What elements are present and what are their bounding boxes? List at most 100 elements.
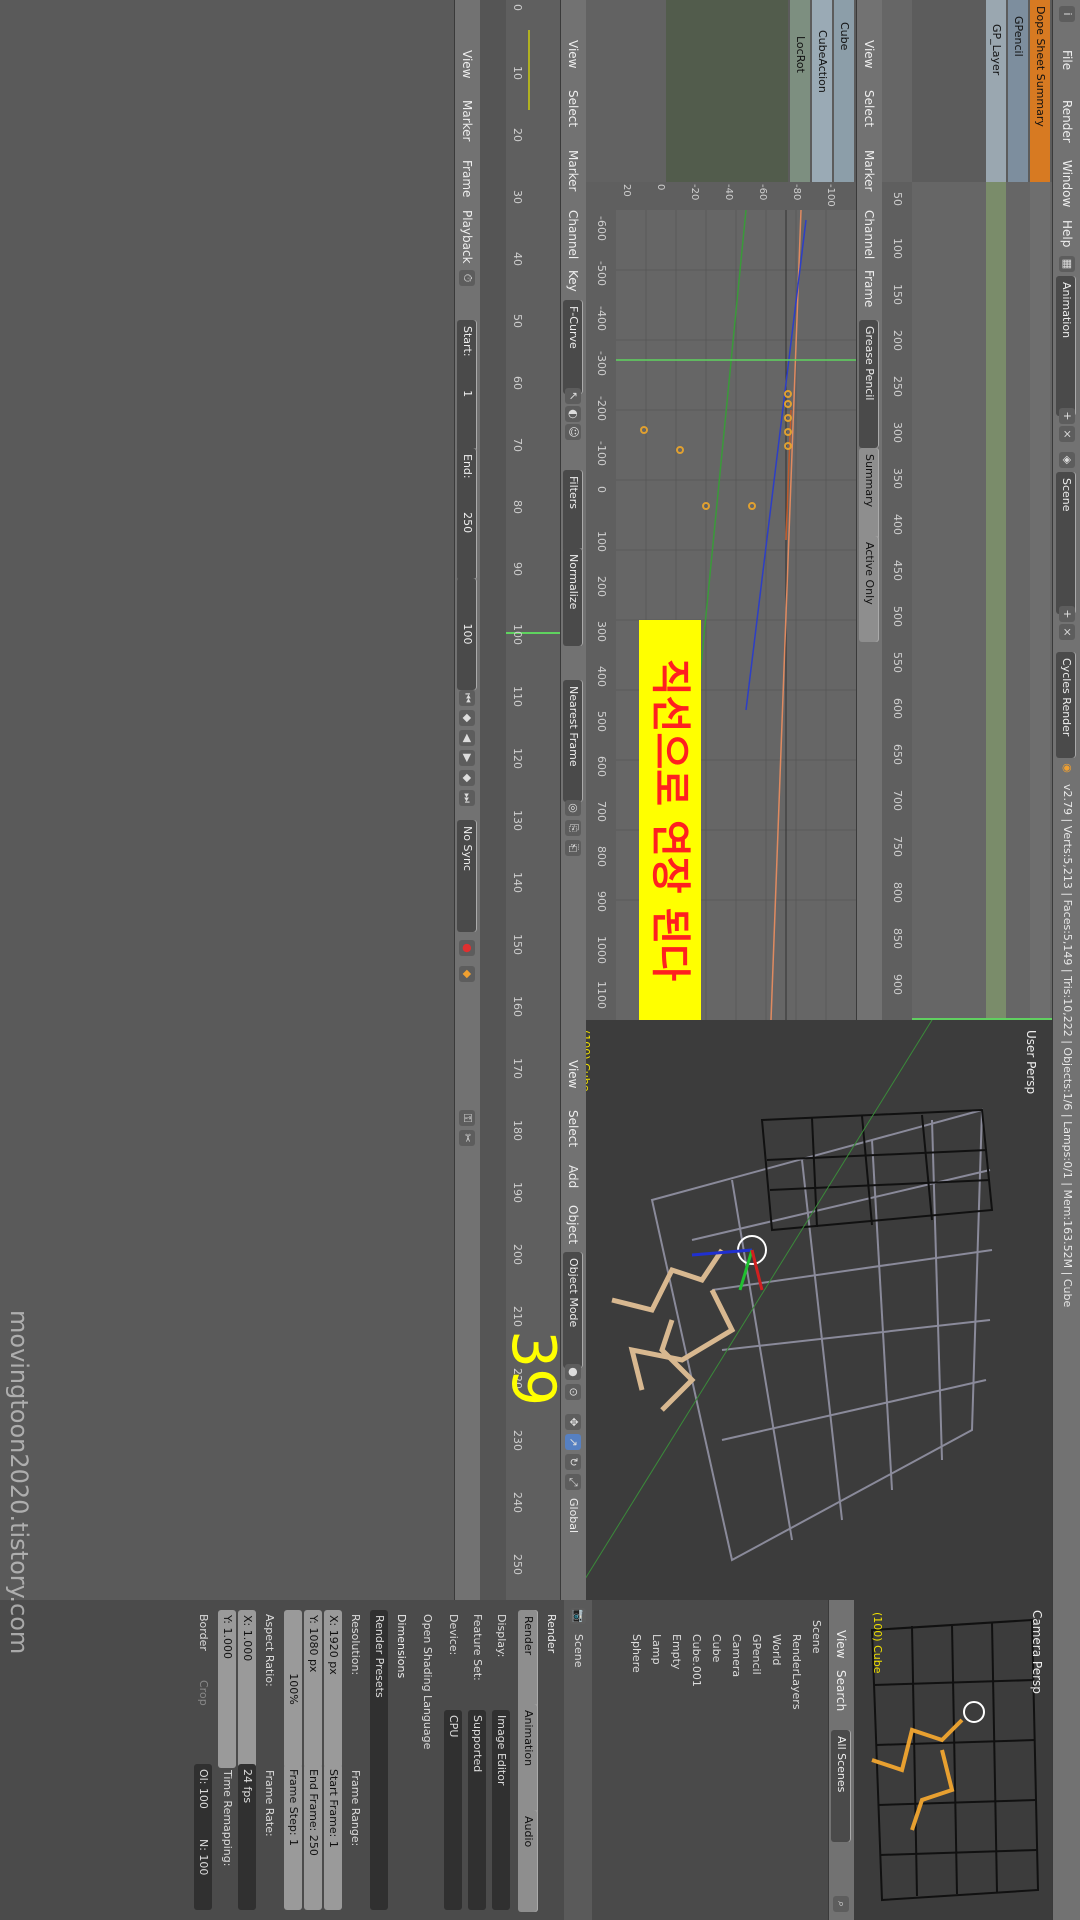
keying-set-icon[interactable]: ◆ [459, 966, 475, 982]
render-context-icon[interactable]: 📷 [570, 1608, 586, 1624]
channel-gp-layer[interactable]: GP_Layer [986, 0, 1006, 182]
render-section-title[interactable]: Render [545, 1614, 558, 1653]
ds-menu-view[interactable]: View [856, 40, 882, 68]
aspect-y-field[interactable]: Y: 1.000 [218, 1610, 236, 1768]
paste-keys-icon[interactable]: ⎗ [565, 840, 581, 856]
vp-menu-object[interactable]: Object [560, 1205, 586, 1244]
border-checkbox[interactable]: Border [197, 1614, 210, 1651]
outliner-search-icon[interactable]: ⌕ [833, 1896, 849, 1912]
use-preview-range-icon[interactable]: ⏱ [459, 270, 475, 286]
ge-menu-select[interactable]: Select [560, 90, 586, 127]
translate-icon[interactable]: ↗ [565, 1434, 581, 1450]
frame-rate-selector[interactable]: 24 fps [238, 1764, 256, 1910]
outliner-item-lamp[interactable]: Lamp [646, 1600, 666, 1920]
resolution-y-field[interactable]: Y: 1080 px [304, 1610, 322, 1768]
sync-mode-selector[interactable]: No Sync [457, 820, 477, 932]
transform-orientation-selector[interactable]: Global [560, 1498, 586, 1533]
jump-start-icon[interactable]: ⏮ [459, 690, 475, 706]
tl-menu-view[interactable]: View [454, 50, 480, 78]
osl-checkbox[interactable]: Open Shading Language [421, 1614, 434, 1749]
resolution-percentage-field[interactable]: 100% [284, 1610, 302, 1768]
device-selector[interactable]: CPU [444, 1710, 462, 1910]
dopesheet-mode-selector[interactable]: Grease Pencil [859, 320, 879, 448]
crop-checkbox[interactable]: Crop [197, 1680, 210, 1706]
ghost-icon[interactable]: ☺ [565, 424, 581, 440]
next-keyframe-icon[interactable]: ◆ [459, 770, 475, 786]
summary-toggle[interactable]: Summary [859, 448, 879, 540]
outliner-item-camera[interactable]: Camera [726, 1600, 746, 1920]
jump-end-icon[interactable]: ⏭ [459, 790, 475, 806]
resolution-x-field[interactable]: X: 1920 px [324, 1610, 342, 1768]
manipulator-icon[interactable]: ✥ [565, 1414, 581, 1430]
camera-viewport[interactable]: Camera Persp (100) Cube [854, 1600, 1052, 1920]
menu-help[interactable]: Help [1054, 220, 1080, 247]
outliner-item-empty[interactable]: Empty [666, 1600, 686, 1920]
graph-mode-selector[interactable]: F-Curve [563, 300, 583, 394]
feature-set-selector[interactable]: Supported [468, 1710, 486, 1910]
ge-menu-channel[interactable]: Channel [560, 210, 586, 259]
channel-dope-sheet-summary[interactable]: Dope Sheet Summary [1030, 0, 1050, 182]
remove-scene-icon[interactable]: × [1059, 624, 1075, 640]
vp-menu-add[interactable]: Add [560, 1165, 586, 1188]
ol-menu-view[interactable]: View [828, 1630, 854, 1658]
start-frame-field[interactable]: Start: 1 [457, 320, 477, 452]
play-reverse-icon[interactable]: ◀ [459, 730, 475, 746]
outliner-item-gpencil[interactable]: GPencil [746, 1600, 766, 1920]
channel-gpencil[interactable]: GPencil [1008, 0, 1028, 182]
channel-cube[interactable]: Cube [834, 0, 854, 182]
outliner-item-world[interactable]: World [766, 1600, 786, 1920]
screen-layout-selector[interactable]: Animation [1056, 276, 1076, 416]
3d-viewport[interactable]: User Persp (100) Cube [562, 1020, 1052, 1600]
ds-menu-channel[interactable]: Channel [856, 210, 882, 259]
ge-menu-key[interactable]: Key [560, 270, 586, 292]
add-scene-icon[interactable]: + [1059, 606, 1075, 622]
time-remap-old-field[interactable]: Ol: 100 [194, 1764, 212, 1840]
current-frame-field[interactable]: 100 [457, 578, 477, 690]
ds-menu-marker[interactable]: Marker [856, 150, 882, 191]
copy-keys-icon[interactable]: ⎘ [565, 820, 581, 836]
display-selector[interactable]: Image Editor [492, 1710, 510, 1910]
ol-menu-search[interactable]: Search [828, 1670, 854, 1711]
auto-keying-icon[interactable]: ● [459, 940, 475, 956]
render-animation-button[interactable]: Animation [518, 1704, 538, 1816]
layout-icon[interactable]: ▦ [1059, 256, 1075, 272]
play-icon[interactable]: ▶ [459, 750, 475, 766]
normalize-toggle[interactable]: Normalize [563, 548, 583, 646]
frame-step-property[interactable]: Frame Step: 1 [284, 1764, 302, 1910]
end-frame-field[interactable]: End: 250 [457, 448, 477, 580]
aspect-x-field[interactable]: X: 1.000 [238, 1610, 256, 1768]
ge-menu-view[interactable]: View [560, 40, 586, 68]
delete-keyframe-icon[interactable]: ✂ [459, 1130, 475, 1146]
time-remap-new-field[interactable]: N: 100 [194, 1834, 212, 1910]
tl-menu-marker[interactable]: Marker [454, 100, 480, 141]
pivot-point-icon[interactable]: ⊙ [565, 1384, 581, 1400]
ds-menu-frame[interactable]: Frame [856, 270, 882, 307]
interaction-mode-selector[interactable]: Object Mode [563, 1252, 583, 1368]
render-audio-button[interactable]: Audio [518, 1810, 538, 1912]
outliner-display-mode[interactable]: All Scenes [831, 1730, 851, 1842]
snap-icon[interactable]: ◎ [565, 800, 581, 816]
outliner-item-cube[interactable]: Cube [706, 1600, 726, 1920]
rotate-icon[interactable]: ↻ [565, 1454, 581, 1470]
editor-type-icon[interactable]: i [1059, 6, 1075, 22]
scene-selector[interactable]: Scene [1056, 472, 1076, 614]
render-engine-selector[interactable]: Cycles Render [1056, 652, 1076, 758]
menu-render[interactable]: Render [1054, 100, 1080, 143]
outliner-item-cube-001[interactable]: Cube.001 [686, 1600, 706, 1920]
add-layout-icon[interactable]: + [1059, 408, 1075, 424]
outliner-item-renderlayers[interactable]: RenderLayers [786, 1600, 806, 1920]
pivot-selector[interactable]: Nearest Frame [563, 680, 583, 802]
render-button[interactable]: Render [518, 1610, 538, 1710]
channel-locrot[interactable]: LocRot [790, 0, 810, 182]
render-presets-selector[interactable]: Render Presets [370, 1610, 388, 1910]
ge-menu-marker[interactable]: Marker [560, 150, 586, 191]
dopesheet-keyframe-area[interactable] [912, 182, 1052, 1020]
insert-keyframe-icon[interactable]: ⚿ [459, 1110, 475, 1126]
active-only-toggle[interactable]: Active Only [859, 536, 879, 642]
vp-menu-view[interactable]: View [560, 1060, 586, 1088]
filters-toggle[interactable]: Filters [563, 470, 583, 552]
show-hidden-icon[interactable]: ◐ [565, 406, 581, 422]
tl-menu-frame[interactable]: Frame [454, 160, 480, 197]
tl-menu-playback[interactable]: Playback [454, 210, 480, 264]
outliner-item-sphere[interactable]: Sphere [626, 1600, 646, 1920]
